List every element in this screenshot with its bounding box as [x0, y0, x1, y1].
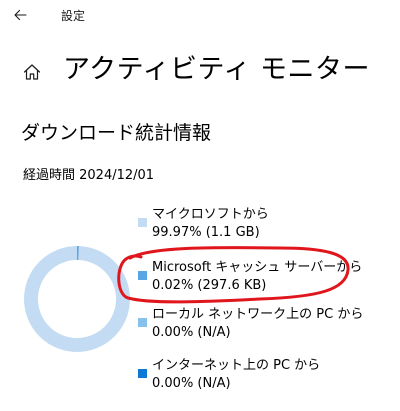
home-icon	[23, 64, 41, 80]
back-button[interactable]	[6, 2, 34, 28]
legend-item-internet: インターネット上の PC から 0.00% (N/A)	[135, 357, 365, 393]
legend-value: 99.97% (1.1 GB)	[152, 225, 260, 240]
legend-swatch-cache-server	[138, 271, 147, 280]
legend-value: 0.00% (N/A)	[152, 376, 231, 391]
window-title: 設定	[61, 9, 86, 23]
title-bar: 設定	[0, 0, 400, 32]
legend-label: インターネット上の PC から	[152, 358, 321, 373]
legend-swatch-internet	[138, 369, 147, 378]
page-title: アクティビティ モニター	[63, 54, 370, 85]
donut-segment-from-microsoft	[24, 246, 130, 352]
legend-label: マイクロソフトから	[152, 207, 269, 222]
elapsed-time: 経過時間 2024/12/01	[23, 168, 155, 183]
home-button[interactable]	[20, 60, 44, 84]
legend-swatch-microsoft	[138, 218, 147, 227]
legend-item-local-network: ローカル ネットワーク上の PC から 0.00% (N/A)	[135, 306, 365, 342]
legend-label: Microsoft キャッシュ サーバーから	[152, 260, 363, 275]
legend-item-cache-server: Microsoft キャッシュ サーバーから 0.02% (297.6 KB)	[135, 259, 365, 295]
legend-item-microsoft: マイクロソフトから 99.97% (1.1 GB)	[135, 206, 365, 242]
legend-value: 0.02% (297.6 KB)	[152, 278, 267, 293]
legend-value: 0.00% (N/A)	[152, 325, 231, 340]
section-title: ダウンロード統計情報	[21, 122, 212, 144]
legend-label: ローカル ネットワーク上の PC から	[152, 307, 364, 322]
legend-swatch-local-network	[138, 318, 147, 327]
back-arrow-icon	[14, 9, 27, 21]
download-donut-chart	[24, 246, 130, 352]
